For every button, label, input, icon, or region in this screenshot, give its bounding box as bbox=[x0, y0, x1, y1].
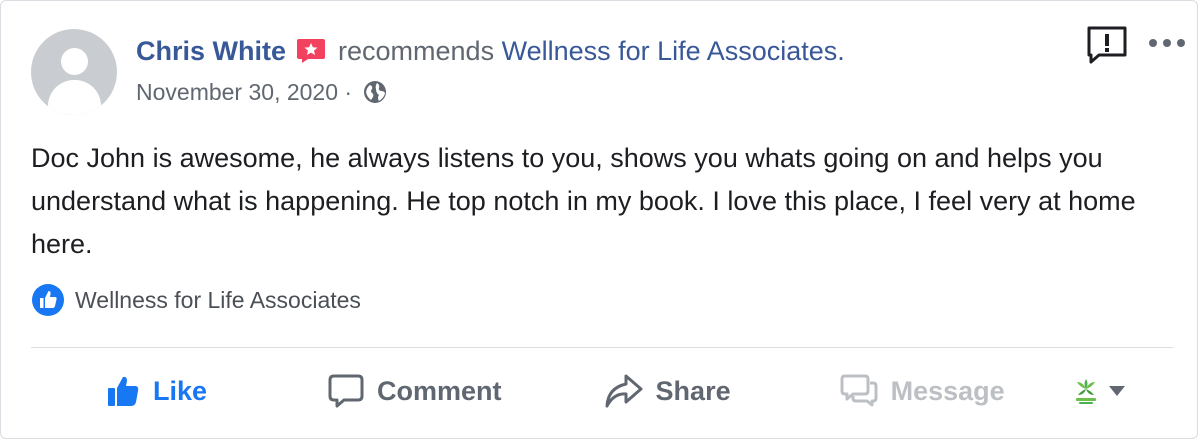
tagged-page[interactable]: Wellness for Life Associates bbox=[31, 283, 361, 317]
review-text: Doc John is awesome, he always listens t… bbox=[31, 143, 1136, 259]
avatar-head bbox=[61, 48, 88, 75]
author-name[interactable]: Chris White bbox=[136, 36, 286, 66]
share-label: Share bbox=[655, 375, 731, 406]
recommend-verb: recommends bbox=[338, 36, 495, 66]
page-logo-icon bbox=[1075, 379, 1096, 404]
like-button[interactable]: Like bbox=[105, 373, 207, 409]
review-card: Chris White recommends Wellness for Life… bbox=[0, 0, 1198, 439]
globe-icon[interactable] bbox=[362, 79, 388, 105]
message-icon bbox=[840, 374, 878, 407]
comment-icon bbox=[328, 374, 364, 408]
post-header: Chris White recommends Wellness for Life… bbox=[136, 33, 845, 69]
share-icon bbox=[605, 374, 643, 408]
action-bar: Like Comment Share Message bbox=[31, 357, 1173, 425]
divider bbox=[31, 347, 1173, 348]
caret-down-icon bbox=[1108, 386, 1125, 396]
recommend-star-icon bbox=[297, 39, 326, 63]
comment-button[interactable]: Comment bbox=[327, 372, 502, 410]
avatar[interactable] bbox=[31, 29, 117, 115]
comment-label: Comment bbox=[377, 375, 502, 406]
report-icon[interactable] bbox=[1085, 25, 1129, 65]
post-meta: November 30, 2020 · bbox=[136, 77, 388, 107]
tagged-page-name[interactable]: Wellness for Life Associates bbox=[75, 287, 361, 314]
avatar-body bbox=[48, 80, 101, 115]
page-selector[interactable] bbox=[1073, 376, 1125, 406]
share-button[interactable]: Share bbox=[604, 372, 731, 410]
message-button[interactable]: Message bbox=[839, 372, 1005, 410]
like-label: Like bbox=[153, 375, 208, 406]
page-link[interactable]: Wellness for Life Associates. bbox=[502, 36, 845, 66]
like-badge-icon bbox=[32, 284, 64, 316]
post-date[interactable]: November 30, 2020 · bbox=[136, 79, 352, 105]
message-label: Message bbox=[890, 375, 1005, 406]
like-thumb-icon bbox=[108, 376, 139, 406]
more-icon[interactable] bbox=[1147, 35, 1187, 51]
